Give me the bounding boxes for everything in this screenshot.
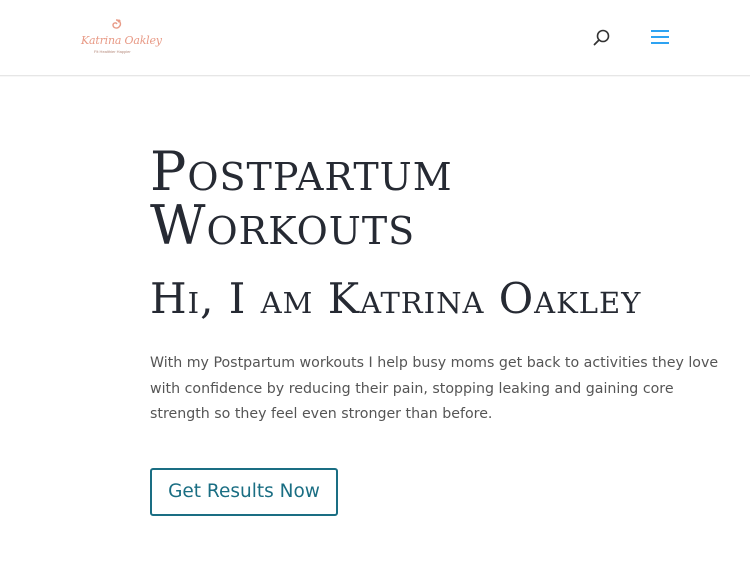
page-title: Postpartum Workouts	[150, 140, 453, 257]
hero-subtitle: Hi, I am Katrina Oakley	[150, 274, 642, 323]
logo-swirl-icon	[112, 19, 122, 29]
hero-section: Postpartum Workouts Hi, I am Katrina Oak…	[150, 145, 730, 428]
site-logo[interactable]: Katrina Oakley Fit Healthier Happier	[80, 18, 162, 58]
hamburger-menu-icon[interactable]	[649, 28, 671, 46]
logo-name: Katrina Oakley	[81, 34, 162, 47]
logo-tagline: Fit Healthier Happier	[94, 49, 131, 54]
hero-intro-text: With my Postpartum workouts I help busy …	[150, 355, 719, 422]
get-results-button[interactable]: Get Results Now	[150, 468, 338, 516]
site-header: Katrina Oakley Fit Healthier Happier	[0, 0, 750, 76]
search-icon[interactable]	[592, 28, 612, 48]
